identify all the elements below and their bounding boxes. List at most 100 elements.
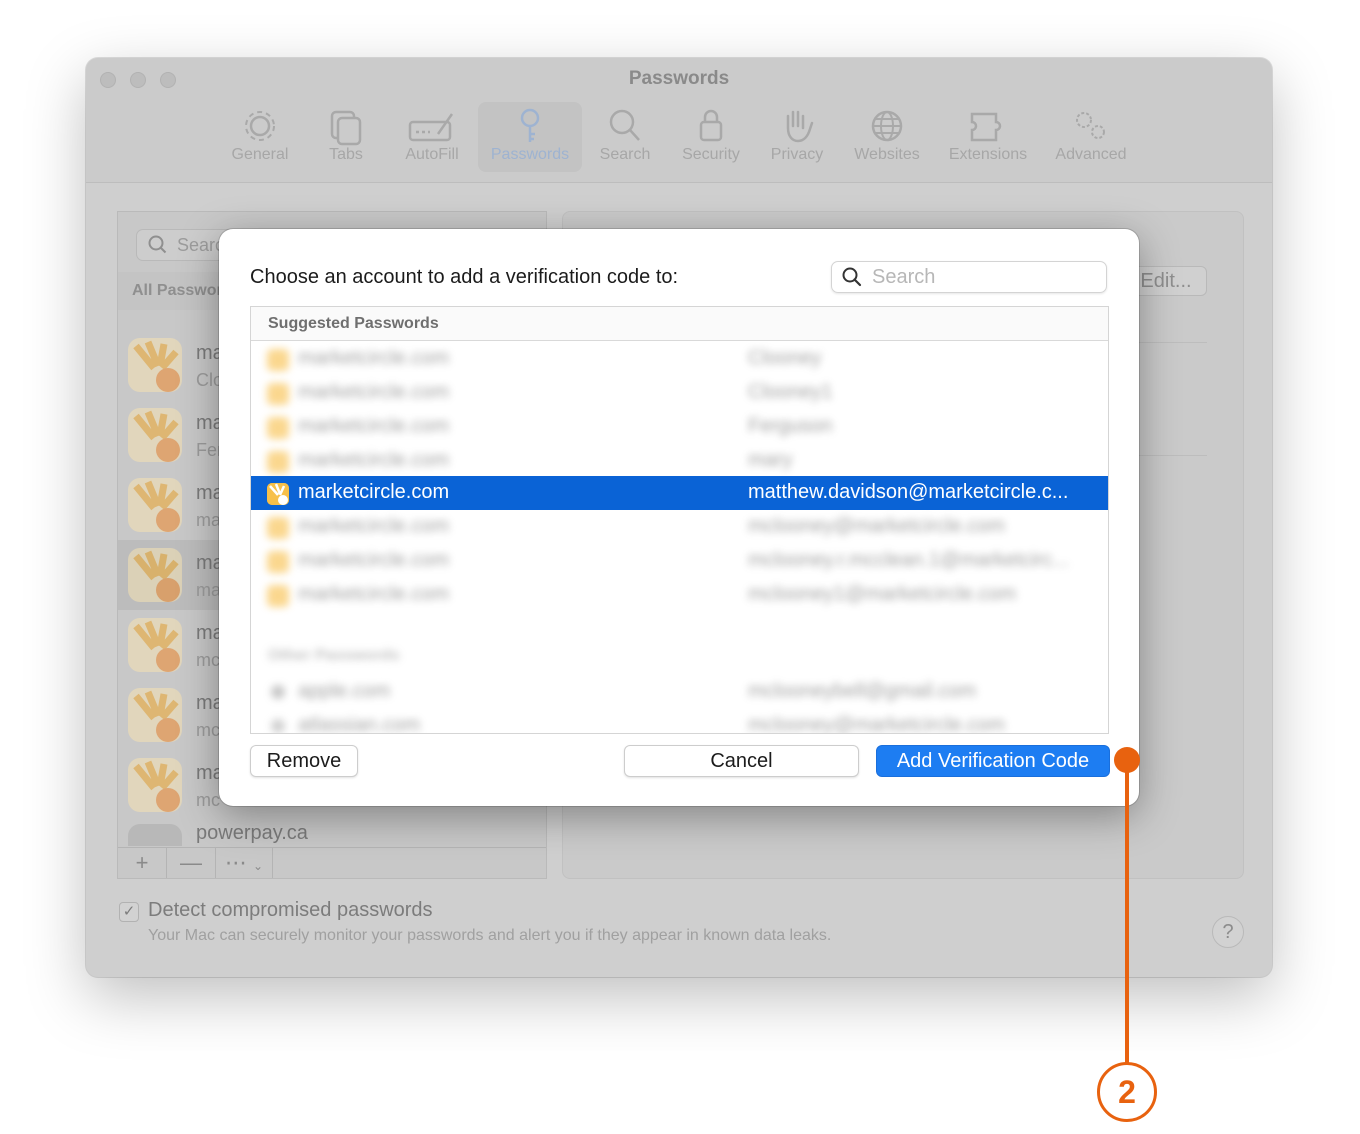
- ellipsis-circle-icon: ⋯: [224, 850, 247, 875]
- password-row-title: powerpay.ca: [196, 822, 308, 844]
- callout-dot: [1114, 747, 1140, 773]
- site-favicon: [267, 417, 289, 439]
- cancel-button[interactable]: Cancel: [624, 745, 859, 777]
- marketcircle-app-icon: [128, 618, 182, 672]
- site-favicon: [267, 585, 289, 607]
- gears-icon: [1076, 112, 1105, 139]
- site-favicon: [267, 517, 289, 539]
- tab-privacy-label: Privacy: [770, 146, 824, 163]
- suggested-passwords-header: Suggested Passwords: [251, 307, 1108, 341]
- window-title: Passwords: [628, 68, 730, 89]
- other-passwords-header: Other Passwords: [268, 647, 400, 664]
- tab-privacy[interactable]: Privacy: [764, 102, 830, 172]
- search-icon: [147, 230, 167, 269]
- titlebar: Passwords General Tabs AutoFill Password…: [86, 58, 1272, 183]
- account-row-selected[interactable]: marketcircle.com matthew.davidson@market…: [251, 476, 1108, 510]
- callout-step-number: 2: [1097, 1062, 1157, 1122]
- key-icon: [520, 108, 540, 142]
- account-username: mclooney@marketcircle.com: [748, 515, 1006, 537]
- account-row[interactable]: marketcircle.com mclooney.r.mcclean.1@ma…: [251, 544, 1108, 578]
- add-verification-code-button[interactable]: Add Verification Code: [876, 745, 1110, 777]
- dialog-search-input[interactable]: [872, 262, 1092, 292]
- more-options-button[interactable]: ⋯ ⌄: [216, 848, 273, 878]
- detect-compromised-checkbox[interactable]: ✓: [119, 902, 139, 922]
- tab-general[interactable]: General: [226, 102, 294, 172]
- tab-autofill[interactable]: AutoFill: [398, 102, 466, 172]
- help-button[interactable]: ?: [1212, 916, 1244, 948]
- tab-security[interactable]: Security: [674, 102, 748, 172]
- tab-general-label: General: [231, 146, 289, 163]
- detect-compromised-description: Your Mac can securely monitor your passw…: [148, 927, 832, 944]
- gear-icon: [245, 111, 275, 141]
- account-list: Suggested Passwords marketcircle.com Clo…: [250, 306, 1109, 734]
- atlassian-icon: [271, 719, 285, 733]
- account-row[interactable]: marketcircle.com mclooney1@marketcircle.…: [251, 578, 1108, 612]
- tab-advanced-label: Advanced: [1055, 146, 1127, 163]
- account-row[interactable]: marketcircle.com mary: [251, 444, 1108, 478]
- tab-extensions[interactable]: Extensions: [942, 102, 1034, 172]
- password-row-subtitle: mc: [196, 650, 220, 670]
- password-row-subtitle: mc: [196, 790, 220, 810]
- account-row[interactable]: marketcircle.com mclooney@marketcircle.c…: [251, 510, 1108, 544]
- site-favicon: [267, 349, 289, 371]
- tab-security-label: Security: [682, 146, 740, 163]
- preferences-toolbar: General Tabs AutoFill Passwords Search S…: [86, 102, 1272, 178]
- account-username: mary: [748, 449, 793, 471]
- search-icon: [609, 109, 640, 141]
- chevron-down-icon: ⌄: [253, 859, 264, 873]
- remove-button[interactable]: Remove: [250, 745, 358, 777]
- password-row-subtitle: mc: [196, 720, 220, 740]
- account-row[interactable]: apple.com mclooneybell@gmail.com: [251, 675, 1108, 709]
- marketcircle-app-icon: [128, 548, 182, 602]
- add-verification-code-dialog: Choose an account to add a verification …: [219, 229, 1139, 806]
- dialog-search-field[interactable]: [831, 261, 1107, 293]
- account-site: marketcircle.com: [298, 583, 450, 605]
- password-row-subtitle: ma: [196, 510, 222, 530]
- hand-icon: [786, 110, 814, 143]
- account-username: mclooneybell@gmail.com: [748, 680, 977, 702]
- tab-websites-label: Websites: [854, 146, 920, 163]
- search-icon: [842, 267, 862, 292]
- account-username: Clooney1: [748, 381, 833, 403]
- account-site: marketcircle.com: [298, 515, 450, 537]
- detect-compromised-label: Detect compromised passwords: [148, 899, 433, 921]
- site-favicon: [267, 551, 289, 573]
- account-username: Clooney: [748, 347, 822, 369]
- account-site: marketcircle.com: [298, 381, 450, 403]
- marketcircle-app-icon: [128, 478, 182, 532]
- tab-search-label: Search: [599, 146, 651, 163]
- site-favicon: [267, 383, 289, 405]
- marketcircle-app-icon: [128, 688, 182, 742]
- autofill-icon: [408, 113, 454, 142]
- account-site: marketcircle.com: [298, 481, 450, 503]
- tabs-icon: [330, 110, 362, 146]
- account-site: marketcircle.com: [298, 549, 450, 571]
- account-site: marketcircle.com: [298, 347, 450, 369]
- lock-icon: [699, 109, 723, 142]
- account-username: mclooney@marketcircle.com: [748, 714, 1006, 734]
- marketcircle-app-icon: [128, 338, 182, 392]
- account-row[interactable]: marketcircle.com Clooney: [251, 342, 1108, 376]
- globe-icon: [871, 110, 903, 142]
- tab-tabs[interactable]: Tabs: [318, 102, 374, 172]
- puzzle-icon: [970, 112, 1002, 142]
- dialog-prompt: Choose an account to add a verification …: [250, 266, 679, 288]
- account-row[interactable]: atlassian.com mclooney@marketcircle.com: [251, 709, 1108, 734]
- tab-advanced[interactable]: Advanced: [1050, 102, 1132, 172]
- add-password-button[interactable]: +: [118, 848, 167, 878]
- tab-passwords[interactable]: Passwords: [478, 102, 582, 172]
- tab-websites[interactable]: Websites: [848, 102, 926, 172]
- account-site: atlassian.com: [298, 714, 421, 734]
- password-list-footer: + — ⋯ ⌄: [118, 847, 546, 878]
- account-row[interactable]: marketcircle.com Ferguson: [251, 410, 1108, 444]
- tab-search[interactable]: Search: [592, 102, 658, 172]
- account-site: marketcircle.com: [298, 415, 450, 437]
- password-row[interactable]: powerpay.ca: [118, 816, 546, 846]
- tab-autofill-label: AutoFill: [405, 146, 459, 163]
- remove-password-button[interactable]: —: [167, 848, 216, 878]
- account-username: matthew.davidson@marketcircle.c...: [748, 481, 1069, 503]
- marketcircle-app-icon: [128, 758, 182, 812]
- account-username: mclooney1@marketcircle.com: [748, 583, 1017, 605]
- account-row[interactable]: marketcircle.com Clooney1: [251, 376, 1108, 410]
- tab-tabs-label: Tabs: [329, 146, 363, 163]
